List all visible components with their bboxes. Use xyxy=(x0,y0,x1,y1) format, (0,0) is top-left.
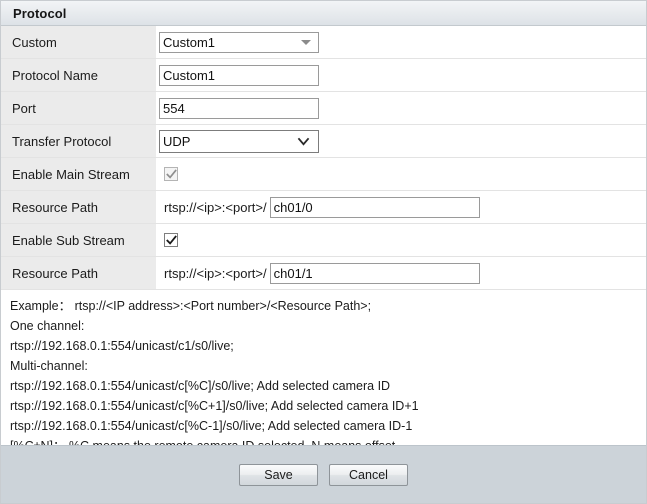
label-enable-sub-stream: Enable Sub Stream xyxy=(1,224,156,256)
example-line: Multi-channel: xyxy=(10,359,88,373)
row-sub-resource-path: Resource Path rtsp://<ip>:<port>/ xyxy=(1,257,646,290)
row-custom: Custom Custom1 xyxy=(1,26,646,59)
custom-dropdown-value: Custom1 xyxy=(163,34,216,50)
cancel-button[interactable]: Cancel xyxy=(329,463,408,486)
transfer-protocol-select[interactable]: UDP xyxy=(159,129,319,153)
label-transfer-protocol: Transfer Protocol xyxy=(1,125,156,157)
row-transfer-protocol: Transfer Protocol UDP xyxy=(1,125,646,158)
dialog-titlebar: Protocol xyxy=(1,1,646,26)
dialog-footer: Save Cancel xyxy=(1,445,646,503)
example-line: rtsp://192.168.0.1:554/unicast/c[%C-1]/s… xyxy=(10,419,413,433)
main-resource-path-prefix: rtsp://<ip>:<port>/ xyxy=(164,199,267,215)
row-port: Port xyxy=(1,92,646,125)
checkmark-icon xyxy=(165,234,177,245)
label-enable-main-stream: Enable Main Stream xyxy=(1,158,156,190)
example-line: rtsp://192.168.0.1:554/unicast/c[%C]/s0/… xyxy=(10,379,391,393)
field-port xyxy=(156,92,646,124)
label-sub-resource-path: Resource Path xyxy=(1,257,156,289)
sub-resource-path-prefix: rtsp://<ip>:<port>/ xyxy=(164,265,267,281)
enable-sub-stream-checkbox[interactable] xyxy=(164,233,178,247)
label-protocol-name: Protocol Name xyxy=(1,59,156,91)
custom-dropdown[interactable]: Custom1 xyxy=(159,31,319,53)
sub-resource-path-input[interactable] xyxy=(269,262,480,284)
label-custom: Custom xyxy=(1,26,156,58)
example-line: One channel: xyxy=(10,319,85,333)
row-enable-main-stream: Enable Main Stream xyxy=(1,158,646,191)
enable-main-stream-checkbox xyxy=(164,167,178,181)
label-port: Port xyxy=(1,92,156,124)
main-resource-path-input[interactable] xyxy=(269,196,480,218)
example-line: rtsp://192.168.0.1:554/unicast/c1/s0/liv… xyxy=(10,339,234,353)
field-enable-sub-stream xyxy=(156,224,646,256)
field-main-resource-path: rtsp://<ip>:<port>/ xyxy=(156,191,646,223)
protocol-name-input[interactable] xyxy=(159,64,319,86)
field-enable-main-stream xyxy=(156,158,646,190)
example-line: Example： rtsp://<IP address>:<Port numbe… xyxy=(10,299,372,313)
row-main-resource-path: Resource Path rtsp://<ip>:<port>/ xyxy=(1,191,646,224)
field-custom: Custom1 xyxy=(156,26,646,58)
dialog-title: Protocol xyxy=(13,5,67,21)
row-protocol-name: Protocol Name xyxy=(1,59,646,92)
save-button[interactable]: Save xyxy=(239,463,318,486)
protocol-dialog: Protocol Custom Custom1 Protocol Name Po… xyxy=(0,0,647,504)
field-sub-resource-path: rtsp://<ip>:<port>/ xyxy=(156,257,646,289)
checkmark-icon xyxy=(165,168,177,179)
protocol-form: Custom Custom1 Protocol Name Port T xyxy=(1,26,646,290)
field-transfer-protocol: UDP xyxy=(156,125,646,157)
chevron-down-icon xyxy=(297,137,310,146)
triangle-down-icon xyxy=(301,39,311,45)
transfer-protocol-value: UDP xyxy=(163,133,191,149)
example-line: rtsp://192.168.0.1:554/unicast/c[%C+1]/s… xyxy=(10,399,419,413)
row-enable-sub-stream: Enable Sub Stream xyxy=(1,224,646,257)
example-help-text: Example： rtsp://<IP address>:<Port numbe… xyxy=(1,290,646,445)
port-input[interactable] xyxy=(159,97,319,119)
field-protocol-name xyxy=(156,59,646,91)
example-line: [%C±N]： %C means the remote camera ID se… xyxy=(10,436,646,445)
label-main-resource-path: Resource Path xyxy=(1,191,156,223)
